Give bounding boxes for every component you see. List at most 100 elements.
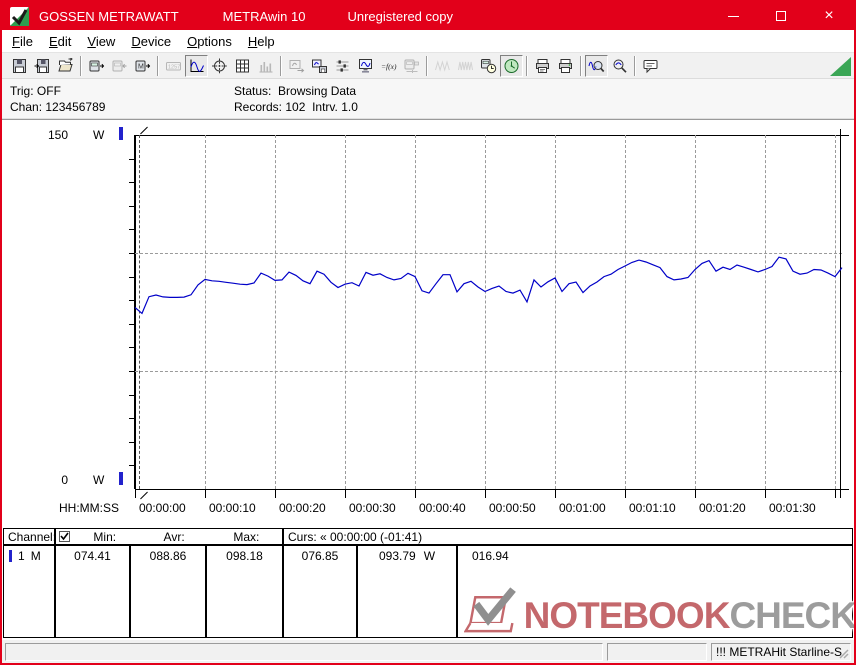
numeric-display-button: 1257 bbox=[162, 55, 185, 77]
print-icon bbox=[559, 58, 572, 73]
app-logo-icon bbox=[10, 6, 29, 26]
records-interval: Records: 102 Intrv. 1.0 bbox=[234, 100, 358, 114]
save-as-button[interactable] bbox=[31, 55, 54, 77]
open-file-button[interactable] bbox=[54, 55, 77, 77]
svg-text:M: M bbox=[138, 63, 144, 70]
menu-edit[interactable]: Edit bbox=[41, 31, 79, 52]
x-axis-tick-label: 00:01:30 bbox=[769, 501, 816, 515]
y-axis-min-label: 0 bbox=[61, 473, 68, 487]
left-cursor-flag-bottom bbox=[140, 491, 148, 500]
plot-frame-bottom bbox=[135, 489, 849, 490]
write-device-button bbox=[108, 55, 131, 77]
wave-high-icon bbox=[458, 61, 473, 70]
title-bar: GOSSEN METRAWATT METRAwin 10 Unregistere… bbox=[2, 2, 854, 30]
print-button[interactable] bbox=[554, 55, 577, 77]
annotation-button[interactable] bbox=[639, 55, 662, 77]
resize-grip[interactable] bbox=[836, 646, 849, 659]
device-settings-button bbox=[400, 55, 423, 77]
pc-monitor-button[interactable] bbox=[354, 55, 377, 77]
cursor-crosshair-button[interactable] bbox=[208, 55, 231, 77]
channel-marker-top bbox=[119, 127, 123, 140]
save-file-icon bbox=[13, 58, 26, 73]
menu-options[interactable]: Options bbox=[179, 31, 240, 52]
toolbar-separator bbox=[580, 55, 582, 76]
header-avr: Avr: bbox=[163, 529, 185, 544]
data-table-button[interactable] bbox=[231, 55, 254, 77]
interval-timer-button[interactable] bbox=[477, 55, 500, 77]
x-axis-tick-label: 00:00:30 bbox=[349, 501, 396, 515]
x-axis-tick-label: 00:01:20 bbox=[699, 501, 746, 515]
info-panel: Trig: OFF Chan: 123456789 Status: Browsi… bbox=[2, 79, 854, 119]
device-settings-icon bbox=[404, 59, 419, 73]
curve-chart-icon bbox=[190, 59, 204, 72]
save-as-icon bbox=[34, 58, 49, 73]
menu-view[interactable]: View bbox=[79, 31, 123, 52]
x-axis-tick-label: 00:00:50 bbox=[489, 501, 536, 515]
table-header-row: Channel: Min: Avr: Max: Curs: « 00:00:00… bbox=[4, 529, 852, 546]
wave-low-button bbox=[431, 55, 454, 77]
interval-timer-icon bbox=[481, 58, 497, 73]
menu-help[interactable]: Help bbox=[240, 31, 283, 52]
svg-text:=f(x): =f(x) bbox=[381, 62, 397, 71]
x-axis-tick bbox=[415, 489, 416, 498]
save-file-button[interactable] bbox=[8, 55, 31, 77]
title-app-name: GOSSEN METRAWATT bbox=[39, 8, 179, 24]
x-axis-tick bbox=[205, 489, 206, 498]
trigger-status: Trig: OFF bbox=[10, 84, 61, 98]
y-axis-unit-bottom: W bbox=[93, 473, 105, 487]
close-button[interactable]: × bbox=[820, 7, 838, 25]
status-cell-empty-1 bbox=[5, 642, 603, 661]
store-data-button[interactable] bbox=[308, 55, 331, 77]
x-axis-tick bbox=[135, 489, 136, 498]
x-axis-tick bbox=[625, 489, 626, 498]
export-graph-button bbox=[285, 55, 308, 77]
y-axis-unit-top: W bbox=[93, 128, 105, 142]
channel-config-icon bbox=[336, 59, 349, 72]
cell-avr: 088.86 bbox=[131, 546, 207, 637]
toolbar-separator bbox=[280, 55, 282, 76]
toolbar-separator bbox=[526, 55, 528, 76]
x-axis-tick-label: 00:00:20 bbox=[279, 501, 326, 515]
zoom-manual-button[interactable] bbox=[608, 55, 631, 77]
header-channel: Channel: bbox=[4, 529, 56, 544]
toolbar-separator bbox=[157, 55, 159, 76]
x-axis-tick-label: 00:00:10 bbox=[209, 501, 256, 515]
curve-chart-button[interactable] bbox=[185, 54, 208, 77]
maximize-button[interactable] bbox=[772, 7, 790, 25]
print-report-icon bbox=[536, 58, 549, 73]
toolbar-separator bbox=[634, 55, 636, 76]
print-report-button[interactable] bbox=[531, 55, 554, 77]
menu-file[interactable]: File bbox=[4, 31, 41, 52]
channel-list: Chan: 123456789 bbox=[10, 100, 106, 114]
power-series-line bbox=[134, 256, 843, 315]
store-data-icon bbox=[312, 59, 327, 73]
zoom-curve-icon bbox=[588, 60, 605, 72]
x-axis-tick bbox=[485, 489, 486, 498]
channel-visible-checkbox[interactable] bbox=[59, 531, 70, 542]
record-clock-button[interactable] bbox=[500, 54, 523, 77]
read-memory-button[interactable]: M bbox=[131, 55, 154, 77]
channel-config-button[interactable] bbox=[331, 55, 354, 77]
x-axis-tick-label: 00:01:10 bbox=[629, 501, 676, 515]
menu-device[interactable]: Device bbox=[123, 31, 179, 52]
toolbar: M 1257 =f(x) bbox=[2, 53, 854, 79]
y-axis-max-label: 150 bbox=[47, 128, 68, 142]
chart-panel: 150 W 0 W HH:MM:SS 00:00:00 00:00:10 00:00… bbox=[2, 119, 854, 525]
formula-fx-button[interactable]: =f(x) bbox=[377, 55, 400, 77]
export-graph-icon bbox=[289, 59, 305, 73]
toolbar-separator bbox=[426, 55, 428, 76]
title-license-note: Unregistered copy bbox=[347, 8, 453, 24]
x-axis-tick bbox=[275, 489, 276, 498]
zoom-curve-button[interactable] bbox=[585, 54, 608, 77]
minimize-button[interactable] bbox=[724, 7, 742, 25]
statistics-table: Channel: Min: Avr: Max: Curs: « 00:00:00… bbox=[2, 528, 854, 638]
svg-text:1257: 1257 bbox=[168, 64, 180, 70]
header-min: Min: bbox=[93, 529, 117, 544]
cell-max: 098.18 bbox=[207, 546, 284, 637]
menu-bar: File Edit View Device Options Help bbox=[2, 30, 854, 53]
x-axis-tick-label: 00:00:00 bbox=[139, 501, 186, 515]
minimize-icon bbox=[727, 15, 739, 17]
x-axis-tick bbox=[835, 489, 836, 498]
read-device-button[interactable] bbox=[85, 55, 108, 77]
header-max: Max: bbox=[233, 529, 260, 544]
